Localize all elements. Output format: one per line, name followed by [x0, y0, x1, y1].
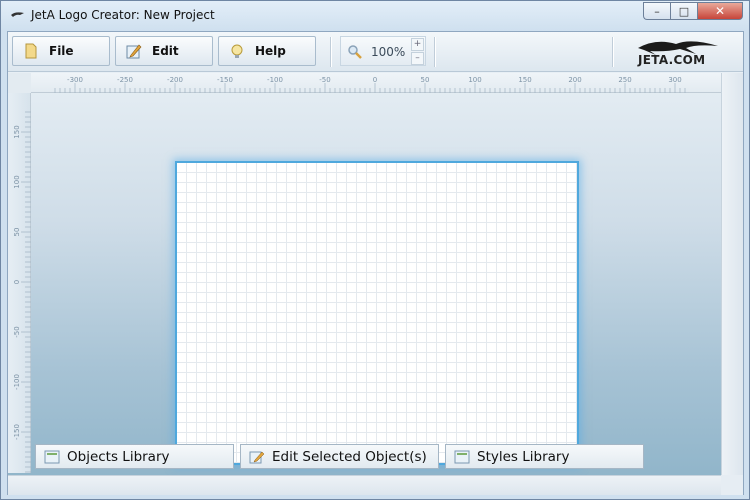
objects-library-label: Objects Library	[67, 448, 170, 465]
vertical-ruler: 150 100 50 0 -50 -100 -150	[8, 93, 31, 473]
edit-selected-object-label: Edit Selected Object(s)	[272, 448, 427, 465]
resize-grip[interactable]	[721, 475, 743, 495]
styles-library-icon	[454, 450, 470, 463]
logo-text: JETA.COM	[638, 53, 706, 67]
ruler-tick-label: 300	[668, 76, 681, 84]
file-menu-button[interactable]: File	[12, 36, 110, 66]
ruler-tick-label: -150	[217, 76, 233, 84]
toolbar: File Edit Help 100% + – JETA.COM	[8, 32, 743, 72]
ruler-tick-label: 50	[13, 228, 21, 237]
zoom-level: 100%	[371, 45, 406, 59]
window-controls: – □ ✕	[643, 2, 743, 20]
ruler-tick-label: -100	[13, 374, 21, 390]
file-menu-label: File	[49, 44, 74, 58]
brand-logo[interactable]: JETA.COM	[618, 34, 738, 70]
minimize-icon: –	[654, 4, 660, 18]
maximize-button[interactable]: □	[670, 2, 697, 20]
toolbar-separator	[434, 37, 436, 67]
ruler-tick-label: -250	[117, 76, 133, 84]
ruler-corner	[8, 73, 31, 93]
zoom-out-button[interactable]: –	[411, 52, 424, 65]
ruler-tick-label: -100	[267, 76, 283, 84]
horizontal-scrollbar[interactable]	[8, 475, 721, 495]
title-bar[interactable]: JetA Logo Creator: New Project – □ ✕	[1, 1, 749, 31]
ruler-ticks: 150 100 50 0 -50 -100 -150	[13, 111, 31, 473]
app-window: JetA Logo Creator: New Project – □ ✕ Fil…	[0, 0, 750, 500]
app-logo-icon	[11, 12, 24, 17]
design-canvas[interactable]	[175, 161, 579, 465]
toolbar-separator	[612, 37, 614, 67]
ruler-tick-label: 150	[518, 76, 531, 84]
ruler-tick-label: 250	[618, 76, 631, 84]
ruler-tick-label: -300	[67, 76, 83, 84]
ruler-tick-label: 50	[421, 76, 430, 84]
magnifier-icon	[348, 45, 362, 59]
toolbar-separator	[330, 37, 332, 67]
ruler-tick-label: 150	[13, 125, 21, 138]
ruler-tick-label: 200	[568, 76, 581, 84]
zoom-control: 100% + –	[340, 36, 426, 66]
design-workspace[interactable]: -300 -250 -200 -150 -100 -50 0 50 100 150 200 250 30…	[8, 73, 743, 495]
edit-object-icon	[249, 451, 265, 463]
zoom-in-button[interactable]: +	[411, 38, 424, 51]
minimize-button[interactable]: –	[643, 2, 670, 20]
ruler-ticks: -300 -250 -200 -150 -100 -50 0 50 100 150 200 250 30…	[54, 76, 686, 93]
ruler-tick-label: 0	[373, 76, 377, 84]
maximize-icon: □	[678, 4, 690, 18]
vertical-scrollbar[interactable]	[721, 73, 743, 475]
ruler-tick-label: -150	[13, 424, 21, 440]
ruler-tick-label: -50	[13, 326, 21, 337]
ruler-tick-label: 0	[13, 280, 21, 284]
help-menu-button[interactable]: Help	[218, 36, 316, 66]
horizontal-ruler: -300 -250 -200 -150 -100 -50 0 50 100 150 200 250 30…	[31, 73, 721, 93]
ruler-tick-label: 100	[468, 76, 481, 84]
edit-menu-label: Edit	[152, 44, 179, 58]
objects-library-tab[interactable]: Objects Library	[35, 444, 234, 469]
ruler-tick-label: 100	[13, 175, 21, 188]
help-menu-label: Help	[255, 44, 286, 58]
objects-library-icon	[44, 450, 60, 463]
document-icon	[25, 43, 37, 59]
lightbulb-icon	[231, 44, 243, 58]
client-area: File Edit Help 100% + – JETA.COM -300 -2…	[7, 31, 744, 495]
close-icon: ✕	[714, 4, 726, 18]
edit-selected-object-tab[interactable]: Edit Selected Object(s)	[240, 444, 439, 469]
window-title: JetA Logo Creator: New Project	[31, 8, 215, 22]
styles-library-label: Styles Library	[477, 448, 570, 465]
edit-menu-button[interactable]: Edit	[115, 36, 213, 66]
close-button[interactable]: ✕	[697, 2, 743, 20]
ruler-tick-label: -50	[319, 76, 330, 84]
edit-pencil-icon	[126, 44, 142, 59]
ruler-tick-label: -200	[167, 76, 183, 84]
styles-library-tab[interactable]: Styles Library	[445, 444, 644, 469]
